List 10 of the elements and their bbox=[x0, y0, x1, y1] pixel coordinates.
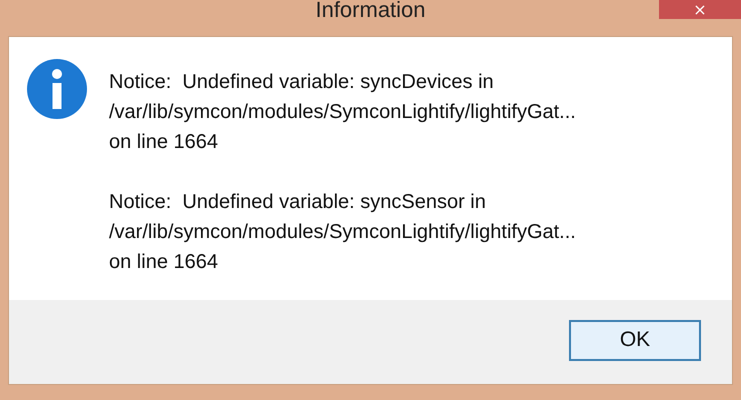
info-icon bbox=[27, 59, 87, 119]
message-line: Notice: Undefined variable: syncSensor in bbox=[109, 190, 487, 215]
ok-button[interactable]: OK bbox=[569, 320, 701, 360]
close-button[interactable]: × bbox=[659, 0, 741, 19]
window-title: Information bbox=[315, 0, 426, 22]
message-line: on line 1664 bbox=[109, 250, 219, 275]
message-line: Notice: Undefined variable: syncDevices in bbox=[109, 70, 495, 95]
message-line: /var/lib/symcon/modules/SymconLightify/lightifyGat... bbox=[109, 220, 576, 245]
message-line: /var/lib/symcon/modules/SymconLightify/lightifyGat... bbox=[109, 100, 576, 125]
message-line: on line 1664 bbox=[109, 130, 219, 155]
